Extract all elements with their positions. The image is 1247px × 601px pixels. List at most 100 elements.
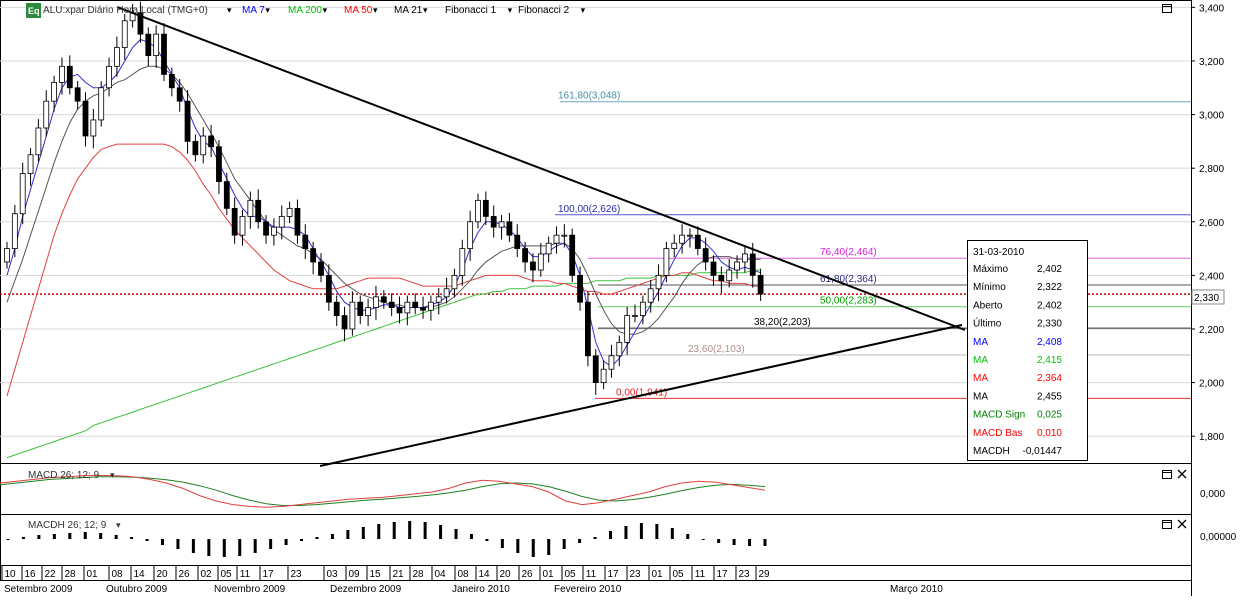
- macd-panel-border: [0, 463, 1192, 515]
- macdh-bar: [269, 539, 273, 549]
- day-label: 23: [738, 569, 750, 580]
- indicator-label[interactable]: Fibonacci 2: [518, 5, 570, 16]
- info-row-label: MA: [973, 373, 988, 384]
- month-label: Fevereiro 2010: [554, 584, 622, 595]
- macdh-bar: [500, 539, 504, 548]
- fib-level-label: 100,00(2,626): [558, 204, 620, 215]
- info-row-label: MACD Sign: [973, 410, 1025, 421]
- macd-panel-maximize-icon[interactable]: [1162, 470, 1172, 479]
- candle-body: [35, 127, 42, 156]
- price-tick-label: 2,600: [1199, 218, 1224, 229]
- candle: [553, 226, 560, 254]
- candle-body: [624, 315, 631, 343]
- ma50-line: [6, 143, 761, 397]
- info-row-label: Último: [973, 317, 1002, 330]
- candle-body: [239, 216, 246, 236]
- macd-series: [0, 474, 766, 508]
- candle: [710, 255, 717, 286]
- month-label: Setembro 2009: [4, 584, 73, 595]
- month-label: Outubro 2009: [106, 584, 168, 595]
- candle-body: [577, 274, 583, 303]
- day-label: 05: [564, 569, 576, 580]
- day-label: 08: [457, 569, 469, 580]
- macdh-bar: [763, 539, 767, 546]
- macdh-bar: [516, 539, 520, 553]
- candle-body: [365, 307, 372, 316]
- price-tick-label: 3,200: [1199, 57, 1224, 68]
- indicator-label[interactable]: MA 50: [344, 5, 373, 16]
- candle: [223, 172, 230, 216]
- macdh-bar: [238, 539, 242, 556]
- candle-body: [694, 234, 701, 249]
- day-label: 20: [156, 569, 168, 580]
- candle-body: [349, 301, 356, 330]
- candle: [184, 90, 191, 154]
- month-label: Janeiro 2010: [452, 584, 510, 595]
- candle: [412, 293, 419, 315]
- price-panel-maximize-icon[interactable]: [1162, 4, 1172, 13]
- indicator-dropdown-icon[interactable]: ▾: [373, 5, 378, 15]
- candle-body: [255, 199, 262, 223]
- macd-axis-tick: 0,000: [1200, 489, 1225, 500]
- candle: [98, 81, 105, 127]
- info-row-value: 2,402: [1037, 300, 1062, 311]
- indicator-dropdown-icon[interactable]: ▾: [581, 5, 586, 15]
- macdh-bar: [469, 534, 473, 539]
- macdh-bar: [562, 539, 566, 549]
- macdh-dropdown-icon[interactable]: ▾: [116, 520, 121, 530]
- macdh-bar: [253, 539, 257, 553]
- candle-body: [530, 261, 536, 271]
- candle: [373, 285, 379, 320]
- candle: [302, 224, 309, 260]
- indicator-label[interactable]: Fibonacci 1: [445, 5, 497, 16]
- symbol-label[interactable]: ALU:xpar Diário Hora Local (TMG+0): [43, 5, 208, 16]
- candle-body: [208, 135, 215, 148]
- macd-panel-close-icon[interactable]: [1177, 469, 1187, 479]
- macdh-panel-close-icon[interactable]: [1177, 519, 1187, 529]
- candle-body: [19, 173, 26, 215]
- candle-body: [4, 248, 10, 263]
- candle: [498, 215, 505, 240]
- indicator-dropdown-icon[interactable]: ▾: [508, 5, 513, 15]
- candle-body: [325, 274, 332, 303]
- candle-body: [66, 65, 73, 89]
- macdh-bar: [361, 527, 365, 539]
- indicator-label[interactable]: MA 7: [242, 5, 265, 16]
- candle-body: [647, 288, 654, 303]
- chart-window: 161,80(3,048) 100,00(2,626) 76,40(2,464) 61…: [0, 0, 1247, 596]
- candle-body: [553, 234, 560, 244]
- candle-body: [184, 100, 191, 142]
- indicator-dropdown-icon[interactable]: ▾: [265, 5, 270, 15]
- macdh-panel-label[interactable]: MACDH 26; 12; 9: [28, 520, 107, 531]
- macd-dropdown-icon[interactable]: ▾: [110, 470, 115, 480]
- macdh-axis-tick: 0,00000: [1200, 532, 1237, 543]
- macd-panel-label[interactable]: MACD 26; 12; 9: [28, 470, 100, 481]
- candle-body: [192, 140, 199, 156]
- day-label: 05: [672, 569, 684, 580]
- candle: [569, 228, 576, 283]
- indicator-label[interactable]: MA 200: [288, 5, 322, 16]
- symbol-dropdown-icon[interactable]: ▾: [227, 5, 232, 15]
- day-label: 10: [4, 569, 16, 580]
- day-label: 20: [499, 569, 511, 580]
- indicator-label[interactable]: MA 21: [394, 5, 423, 16]
- macdh-bar: [485, 539, 489, 541]
- candle: [475, 193, 481, 229]
- macdh-bar: [547, 539, 551, 555]
- candle: [396, 296, 403, 324]
- candle: [537, 242, 544, 277]
- indicator-labels: MA 7 ▾ MA 200 ▾ MA 50 ▾ MA 21 ▾ Fibonacci 1 ▾ Fibo…: [227, 5, 586, 16]
- indicator-dropdown-icon[interactable]: ▾: [323, 5, 328, 15]
- candle-body: [106, 65, 112, 89]
- macdh-panel-maximize-icon[interactable]: [1162, 520, 1172, 529]
- macdh-bar: [624, 526, 628, 539]
- indicator-dropdown-icon[interactable]: ▾: [423, 5, 428, 15]
- macdh-bar: [207, 539, 211, 556]
- candle: [616, 335, 623, 367]
- candle: [286, 201, 293, 224]
- candle-body: [27, 154, 34, 174]
- macdh-bar: [52, 534, 56, 539]
- candle-body: [718, 274, 725, 282]
- macdh-bar: [593, 537, 597, 539]
- candle-body: [671, 242, 678, 249]
